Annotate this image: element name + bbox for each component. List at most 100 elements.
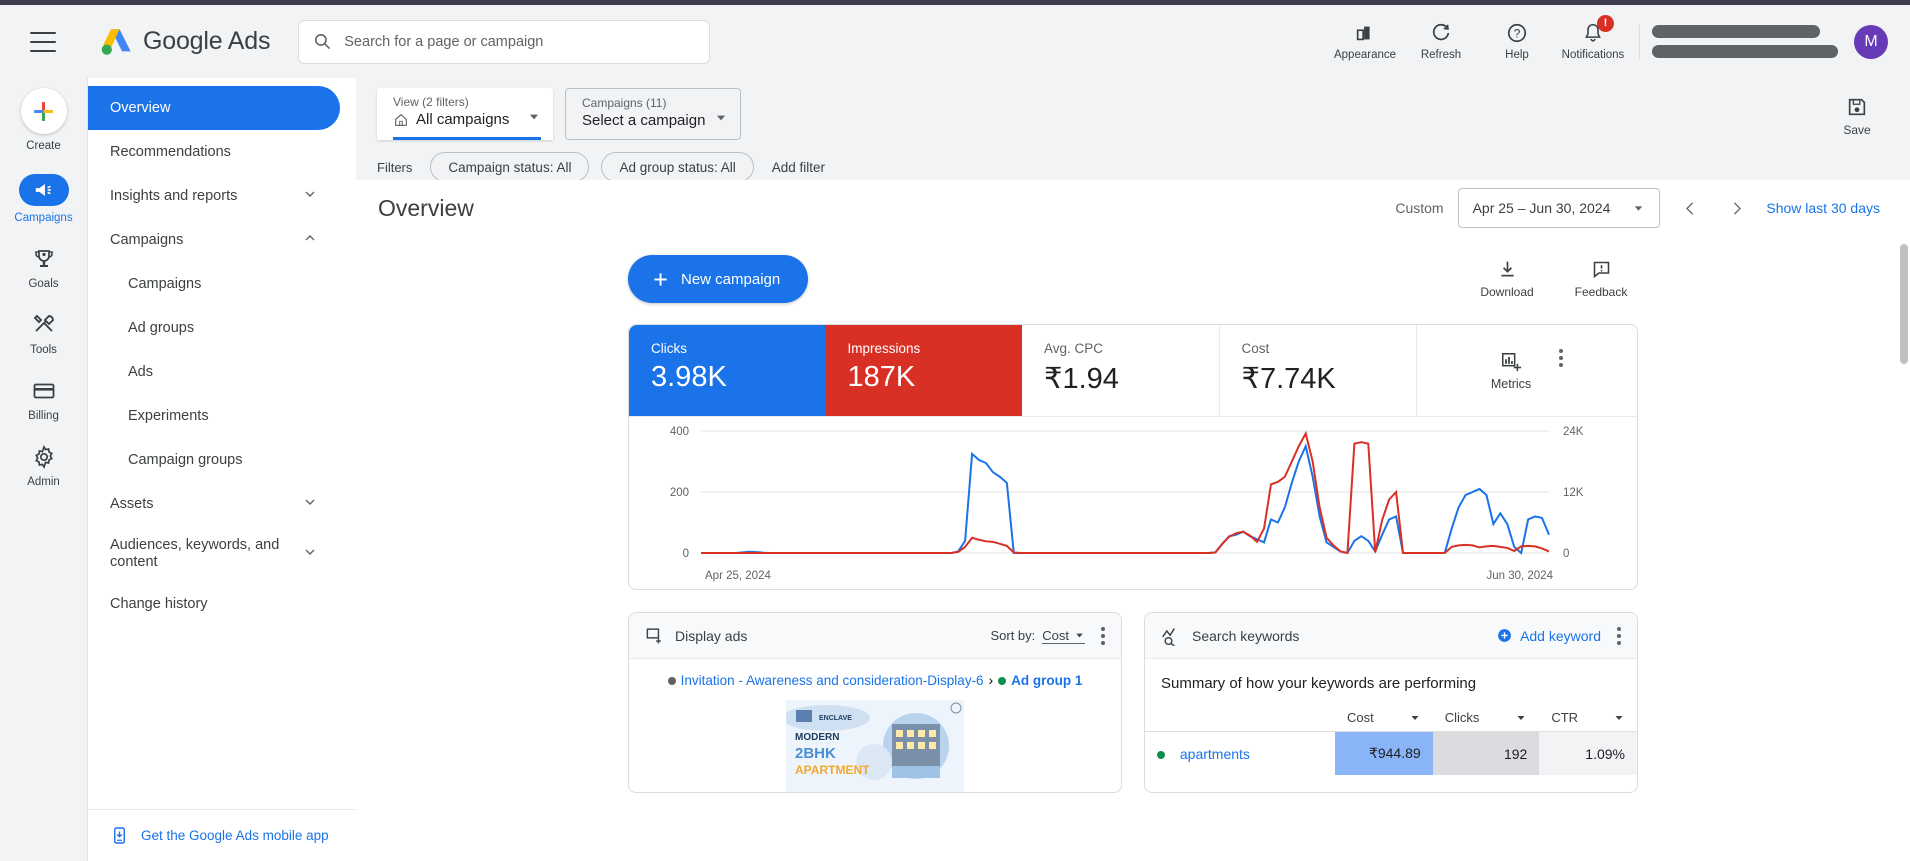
appearance-button[interactable]: Appearance	[1327, 11, 1403, 73]
rail-item-tools[interactable]: Tools	[0, 312, 88, 356]
sidebar-item-campaign-groups[interactable]: Campaign groups	[88, 438, 340, 482]
sidebar-item-audiences-keywords-content[interactable]: Audiences, keywords, and content	[88, 526, 340, 582]
custom-label: Custom	[1395, 200, 1443, 216]
scorecard-value-clicks: 3.98K	[651, 361, 826, 394]
sidebar-item-experiments[interactable]: Experiments	[88, 394, 340, 438]
sidebar-item-assets[interactable]: Assets	[88, 482, 340, 526]
scorecard-avg-cpc[interactable]: Avg. CPC ₹1.94	[1022, 325, 1220, 416]
clicks-column-header[interactable]: Clicks	[1433, 706, 1540, 732]
help-icon: ?	[1506, 22, 1528, 44]
search-keywords-card: Search keywords Add keyword	[1144, 612, 1638, 793]
rail-item-admin[interactable]: Admin	[0, 444, 88, 488]
sidebar-item-overview[interactable]: Overview	[88, 86, 340, 130]
breadcrumb-adgroup-link[interactable]: Ad group 1	[1011, 673, 1082, 688]
sidebar-label-assets: Assets	[110, 496, 154, 512]
sort-by-value-text: Cost	[1042, 628, 1069, 643]
scorecard-row: Clicks 3.98K Impressions 187K Avg. CPC ₹…	[629, 325, 1637, 417]
table-row[interactable]: apartments ₹944.89 192 1.09%	[1145, 732, 1637, 776]
ad-preview[interactable]: ENCLAVE MODERN 2BHK APARTMENT	[786, 700, 964, 792]
refresh-button[interactable]: Refresh	[1403, 11, 1479, 73]
date-range-picker[interactable]: Apr 25 – Jun 30, 2024	[1458, 188, 1661, 228]
sidebar-item-campaigns-group[interactable]: Campaigns	[88, 218, 340, 262]
save-view-button[interactable]: Save	[1822, 96, 1892, 137]
scorecard-cost[interactable]: Cost ₹7.74K	[1220, 325, 1418, 416]
filter-chip-campaign-status[interactable]: Campaign status: All	[430, 152, 589, 182]
chevron-down-icon	[302, 544, 318, 564]
keyword-name[interactable]: apartments	[1180, 746, 1250, 762]
sidebar-item-insights-and-reports[interactable]: Insights and reports	[88, 174, 340, 218]
add-keyword-button[interactable]: Add keyword	[1496, 627, 1601, 644]
search-keywords-menu[interactable]	[1617, 627, 1621, 645]
display-ads-menu[interactable]	[1101, 627, 1105, 645]
left-rail: Create Campaigns Goals	[0, 78, 88, 861]
sidebar-item-change-history[interactable]: Change history	[88, 582, 340, 626]
help-button[interactable]: ? Help	[1479, 11, 1555, 73]
chevron-right-icon	[1728, 200, 1745, 217]
sidebar-label-insights: Insights and reports	[110, 188, 237, 204]
avatar[interactable]: M	[1854, 25, 1888, 59]
breadcrumb-campaign-link[interactable]: Invitation - Awareness and consideration…	[681, 673, 984, 688]
cost-column-label: Cost	[1347, 710, 1374, 725]
rail-label-billing: Billing	[28, 410, 59, 422]
notification-badge: !	[1597, 15, 1614, 32]
scorecard-label-avg-cpc: Avg. CPC	[1044, 341, 1219, 356]
trophy-icon	[31, 246, 57, 272]
ctr-column-header[interactable]: CTR	[1539, 706, 1637, 732]
view-selector-underline	[393, 137, 541, 140]
chevron-down-icon	[1515, 712, 1527, 724]
rail-item-goals[interactable]: Goals	[0, 246, 88, 290]
google-ads-logo[interactable]: Google Ads	[100, 27, 270, 57]
svg-text:200: 200	[670, 487, 689, 499]
search-input[interactable]: Search for a page or campaign	[298, 20, 710, 64]
new-campaign-button[interactable]: New campaign	[628, 255, 808, 303]
display-ads-card: Display ads Sort by: Cost	[628, 612, 1122, 793]
add-filter-button[interactable]: Add filter	[766, 160, 831, 175]
performance-card-menu[interactable]	[1559, 349, 1563, 367]
filter-chip-ad-group-status[interactable]: Ad group status: All	[601, 152, 753, 182]
search-icon	[313, 32, 332, 51]
brand-name: Google Ads	[143, 27, 270, 56]
page-header: Overview Custom Apr 25 – Jun 30, 2024 Sh…	[356, 180, 1910, 236]
scorecard-impressions[interactable]: Impressions 187K	[826, 325, 1023, 416]
next-period-button[interactable]	[1720, 192, 1752, 224]
download-button[interactable]: Download	[1470, 259, 1544, 299]
ads-logo-icon	[100, 27, 134, 57]
hamburger-icon[interactable]	[30, 32, 56, 52]
svg-text:MODERN: MODERN	[795, 732, 839, 743]
prev-period-button[interactable]	[1674, 192, 1706, 224]
svg-text:0: 0	[1563, 548, 1569, 560]
save-label: Save	[1843, 123, 1870, 137]
chevron-down-icon	[714, 111, 728, 130]
rail-item-create[interactable]: Create	[0, 88, 88, 152]
mobile-app-link[interactable]: Get the Google Ads mobile app	[88, 809, 356, 861]
view-selector[interactable]: View (2 filters) All campaigns	[377, 88, 553, 140]
keyword-status-dot	[1157, 751, 1165, 759]
campaign-selector[interactable]: Campaigns (11) Select a campaign	[565, 88, 741, 140]
feedback-button[interactable]: Feedback	[1564, 259, 1638, 299]
metrics-button[interactable]: Metrics	[1491, 351, 1531, 391]
sidebar-item-campaigns[interactable]: Campaigns	[88, 262, 340, 306]
vertical-scrollbar[interactable]	[1900, 244, 1908, 364]
sidebar-label-experiments: Experiments	[128, 408, 209, 424]
sort-by-value[interactable]: Cost	[1042, 628, 1085, 644]
plus-icon	[650, 269, 671, 290]
sidebar-item-recommendations[interactable]: Recommendations	[88, 130, 340, 174]
sidebar-item-ads[interactable]: Ads	[88, 350, 340, 394]
notifications-button[interactable]: ! Notifications	[1555, 11, 1631, 73]
sidebar-label-campaign-groups: Campaign groups	[128, 452, 242, 468]
refresh-label: Refresh	[1421, 49, 1461, 61]
keywords-table: Cost Clicks	[1145, 706, 1637, 775]
sidebar-item-ad-groups[interactable]: Ad groups	[88, 306, 340, 350]
home-icon	[393, 112, 409, 128]
show-last-30-days-link[interactable]: Show last 30 days	[1766, 200, 1880, 216]
keyword-cost-cell: ₹944.89	[1335, 732, 1433, 776]
rail-item-campaigns[interactable]: Campaigns	[0, 174, 88, 224]
cost-column-header[interactable]: Cost	[1335, 706, 1433, 732]
chevron-left-icon	[1682, 200, 1699, 217]
rail-item-billing[interactable]: Billing	[0, 378, 88, 422]
account-name-redacted[interactable]	[1652, 25, 1838, 58]
chevron-down-icon	[1632, 202, 1645, 215]
scorecard-clicks[interactable]: Clicks 3.98K	[629, 325, 826, 416]
search-placeholder: Search for a page or campaign	[344, 34, 543, 50]
credit-card-icon	[31, 378, 57, 404]
